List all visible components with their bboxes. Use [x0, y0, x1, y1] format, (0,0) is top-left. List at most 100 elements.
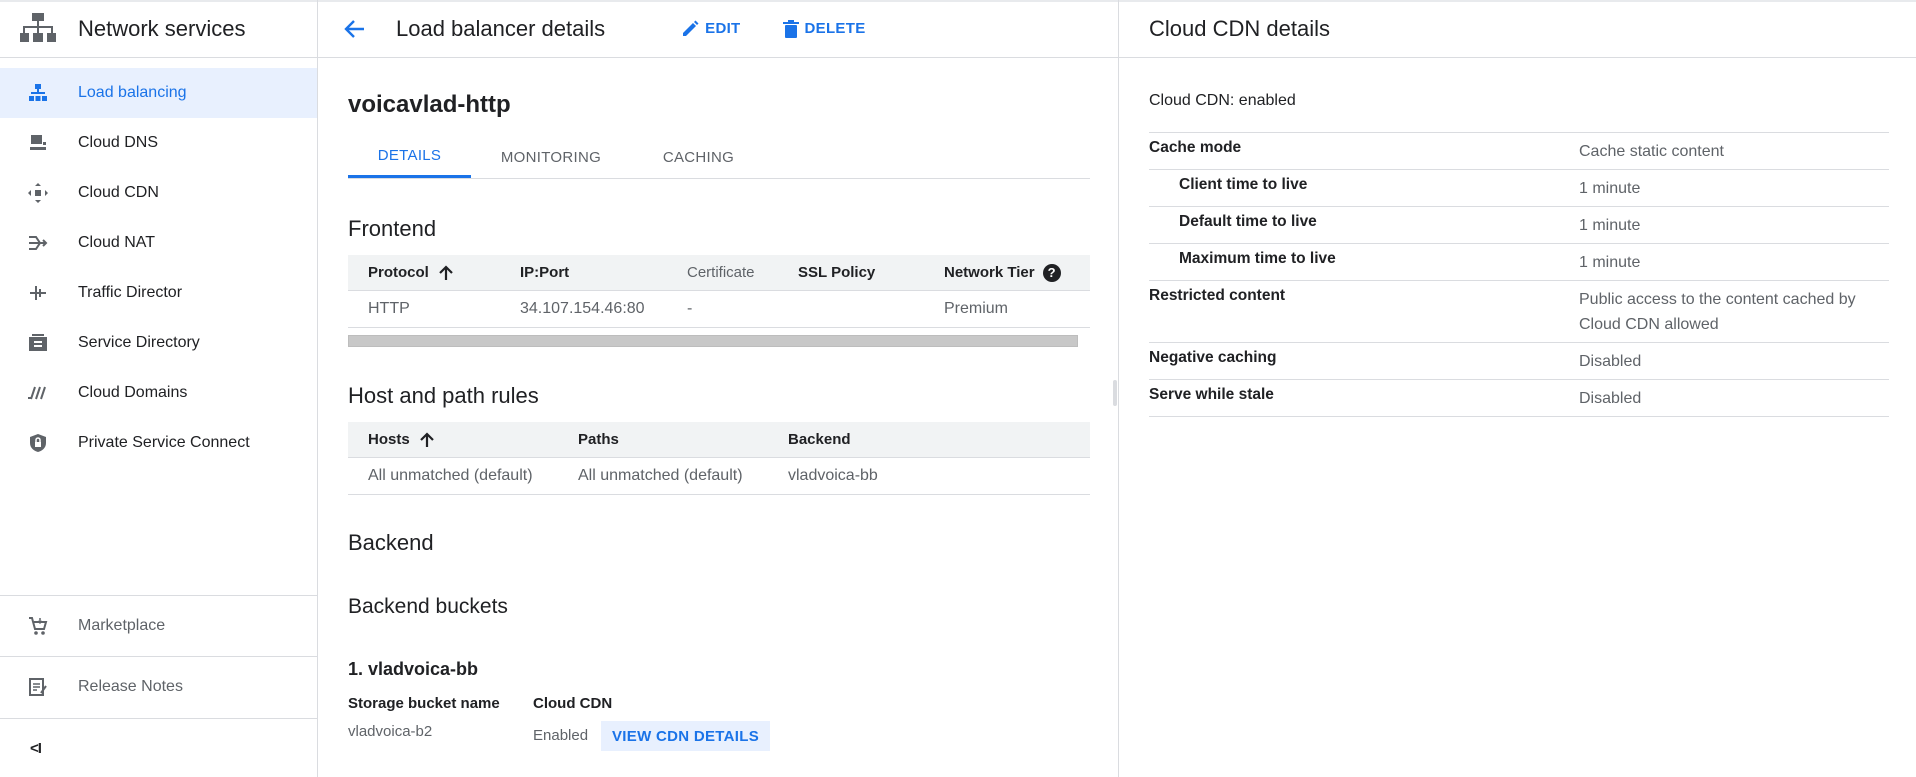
page-title: Load balancer details: [396, 15, 606, 41]
help-icon[interactable]: ?: [1042, 263, 1061, 282]
sidebar-item-cloud-nat[interactable]: Cloud NAT: [0, 218, 317, 268]
cloud-cdn-value: Enabled: [533, 727, 589, 744]
detail-value: Disabled: [1579, 390, 1642, 407]
sidebar-item-label: Cloud Domains: [78, 384, 188, 401]
sidebar-footer: Marketplace Release Notes: [0, 595, 318, 717]
column-header-protocol[interactable]: Protocol: [348, 264, 500, 281]
detail-key: Maximum time to live: [1179, 250, 1336, 267]
cell-protocol: HTTP: [368, 300, 410, 317]
detail-value: 1 minute: [1579, 217, 1641, 234]
sidebar-title: Network services: [78, 15, 246, 41]
trash-icon: [782, 19, 799, 38]
backend-buckets-heading: Backend buckets: [348, 595, 508, 618]
column-header-ip-port: IP:Port: [520, 264, 570, 281]
sidebar-item-label: Load balancing: [78, 84, 187, 101]
tab-monitoring[interactable]: MONITORING: [471, 136, 631, 178]
list-item: Maximum time to live 1 minute: [1149, 244, 1889, 281]
arrow-back-icon: [344, 19, 364, 38]
horizontal-scrollbar[interactable]: [348, 335, 1078, 347]
column-header-hosts[interactable]: Hosts: [348, 431, 558, 448]
sidebar-item-label: Marketplace: [78, 617, 166, 634]
cell-paths: All unmatched (default): [578, 467, 743, 484]
column-header-paths: Paths: [578, 431, 619, 448]
table-row: All unmatched (default) All unmatched (d…: [348, 458, 1090, 495]
storage-bucket-label: Storage bucket name: [348, 695, 500, 712]
cloud-cdn-icon: [26, 181, 50, 205]
detail-key: Serve while stale: [1149, 386, 1274, 403]
sort-arrow-up-icon: [419, 431, 434, 447]
cloud-nat-icon: [26, 231, 50, 255]
delete-button[interactable]: DELETE: [782, 19, 866, 38]
list-item: Default time to live 1 minute: [1149, 207, 1889, 244]
list-item: Restricted content Public access to the …: [1149, 281, 1889, 343]
column-header-network-tier: Network Tier ?: [924, 263, 1090, 282]
column-header-ssl-policy: SSL Policy: [798, 264, 876, 281]
tab-caching[interactable]: CACHING: [631, 136, 766, 178]
backend-heading: Backend: [348, 530, 434, 555]
column-header-label: Network Tier: [944, 264, 1035, 281]
list-item: Negative caching Disabled: [1149, 343, 1889, 380]
sort-arrow-up-icon: [439, 264, 453, 280]
table-header-row: Protocol IP:Port Certificate SSL Policy …: [348, 255, 1090, 291]
sidebar-item-release-notes[interactable]: Release Notes: [0, 656, 318, 717]
back-button[interactable]: [342, 16, 368, 42]
cloud-cdn-label: Cloud CDN: [533, 695, 613, 712]
sidebar-item-label: Release Notes: [78, 678, 183, 695]
list-item: Serve while stale Disabled: [1149, 380, 1889, 417]
cart-icon: [26, 614, 50, 638]
pencil-icon: [683, 20, 699, 36]
sidebar: Network services Load balancing Cloud DN…: [0, 0, 318, 777]
tab-details[interactable]: DETAILS: [348, 136, 471, 178]
main-pane: Load balancer details EDIT DELETE voicav…: [318, 0, 1118, 777]
detail-key: Restricted content: [1149, 287, 1286, 304]
delete-label: DELETE: [804, 20, 866, 37]
cloud-dns-icon: [26, 131, 50, 155]
table-header-row: Hosts Paths Backend: [348, 422, 1090, 458]
load-balancing-icon: [26, 81, 50, 105]
cloud-cdn-details-panel: Cloud CDN details Cloud CDN: enabled Cac…: [1113, 0, 1916, 777]
panel-title: Cloud CDN details: [1119, 0, 1916, 58]
storage-bucket-value: vladvoica-b2: [348, 723, 433, 740]
table-row: HTTP 34.107.154.46:80 - Premium: [348, 291, 1090, 328]
sidebar-item-cloud-dns[interactable]: Cloud DNS: [0, 118, 317, 168]
detail-value: 1 minute: [1579, 254, 1641, 271]
traffic-director-icon: [26, 281, 50, 305]
host-path-rules-table: Hosts Paths Backend All unmatched (defau…: [348, 422, 1090, 495]
main-header: Load balancer details EDIT DELETE: [318, 0, 1118, 58]
column-header-certificate: Certificate: [687, 264, 755, 281]
collapse-sidebar-button[interactable]: <I: [0, 718, 318, 777]
host-path-rules-heading: Host and path rules: [348, 383, 539, 408]
collapse-icon: <I: [30, 739, 42, 757]
edit-button[interactable]: EDIT: [681, 20, 740, 38]
sidebar-nav: Load balancing Cloud DNS Cloud CDN Cloud…: [0, 68, 317, 468]
service-directory-icon: [26, 331, 50, 355]
cdn-details-list: Cache mode Cache static content Client t…: [1149, 132, 1889, 417]
edit-label: EDIT: [705, 20, 741, 37]
view-cdn-details-button[interactable]: VIEW CDN DETAILS: [601, 721, 771, 751]
load-balancer-name: voicavlad-http: [348, 91, 511, 118]
cell-backend: vladvoica-bb: [788, 467, 878, 484]
sidebar-item-private-service-connect[interactable]: Private Service Connect: [0, 418, 317, 468]
column-header-label: Protocol: [368, 264, 429, 281]
list-item: Client time to live 1 minute: [1149, 170, 1889, 207]
sidebar-item-label: Cloud NAT: [78, 234, 156, 251]
private-service-connect-icon: [26, 431, 50, 455]
panel-resize-handle[interactable]: [1113, 380, 1117, 406]
sidebar-item-traffic-director[interactable]: Traffic Director: [0, 268, 317, 318]
network-services-logo-icon: [20, 12, 56, 42]
bucket-title: 1. vladvoica-bb: [348, 659, 479, 679]
cell-ip-port: 34.107.154.46:80: [520, 300, 645, 317]
sidebar-item-cloud-domains[interactable]: Cloud Domains: [0, 368, 317, 418]
sidebar-item-load-balancing[interactable]: Load balancing: [0, 68, 317, 118]
cell-hosts: All unmatched (default): [368, 467, 533, 484]
column-header-backend: Backend: [788, 431, 851, 448]
sidebar-item-label: Service Directory: [78, 334, 200, 351]
sidebar-item-marketplace[interactable]: Marketplace: [0, 595, 318, 656]
sidebar-item-cloud-cdn[interactable]: Cloud CDN: [0, 168, 317, 218]
cdn-status: Cloud CDN: enabled: [1149, 92, 1296, 109]
release-notes-icon: [26, 675, 50, 699]
frontend-table: Protocol IP:Port Certificate SSL Policy …: [348, 255, 1090, 328]
sidebar-item-service-directory[interactable]: Service Directory: [0, 318, 317, 368]
cell-network-tier: Premium: [944, 300, 1009, 317]
tab-bar: DETAILS MONITORING CACHING: [348, 136, 1090, 179]
